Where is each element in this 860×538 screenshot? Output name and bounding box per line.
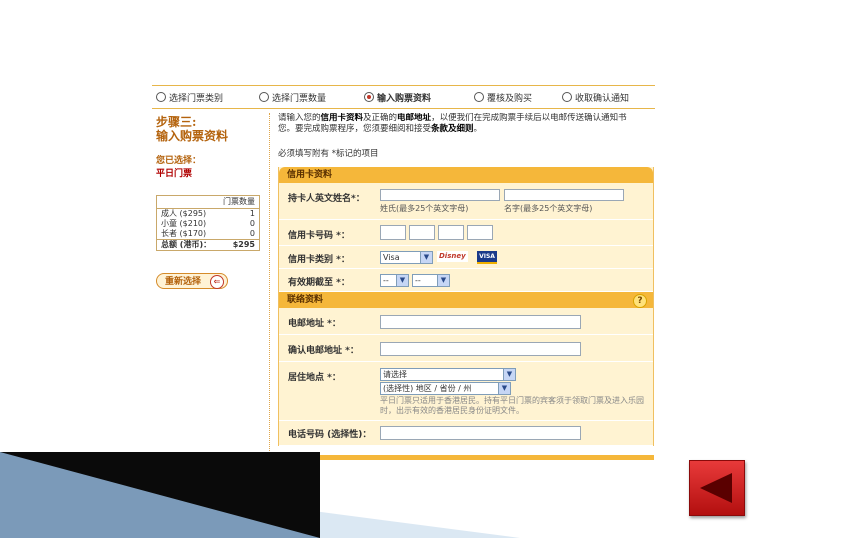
visa-card-logo: VISA (477, 251, 497, 264)
radio-icon (364, 92, 374, 102)
help-icon[interactable]: ? (633, 294, 647, 308)
step-title: 输入购票资料 (156, 129, 229, 143)
table-row: 长者 ($170) 0 (161, 229, 255, 238)
section-header: 联络资料 ? (279, 292, 653, 308)
chevron-down-icon: ▼ (437, 275, 449, 286)
decorative-wedge-blue (0, 452, 320, 538)
previous-slide-button[interactable] (689, 460, 745, 516)
table-row: 小童 ($210) 0 (161, 219, 255, 228)
selected-value: 平日门票 (156, 169, 193, 179)
chevron-down-icon: ▼ (420, 252, 432, 263)
table-header: 门票数量 (157, 196, 259, 209)
expiry-month-select[interactable]: -- ▼ (380, 274, 409, 287)
expiry-row: 有效期截至 *： -- ▼ -- ▼ (279, 269, 653, 292)
selected-label: 您已选择： (156, 156, 202, 166)
step-4[interactable]: 覆核及购买 (474, 91, 532, 104)
chevron-down-icon: ▼ (503, 369, 515, 380)
residence-row: 居住地点 *： 请选择 ▼ (选择性) 地区 / 省份 / 州 ▼ 平日门票只适用于… (279, 362, 653, 421)
confirm-email-row: 确认电邮地址 *： (279, 335, 653, 362)
residence-select[interactable]: 请选择 ▼ (380, 368, 516, 381)
phone-row: 电话号码 (选择性)： (279, 421, 653, 446)
given-name-input[interactable] (504, 189, 624, 201)
card-number-input-3[interactable] (438, 225, 464, 240)
section-header: 信用卡资料 (279, 167, 653, 183)
step-2[interactable]: 选择门票数量 (259, 91, 326, 104)
expiry-year-select[interactable]: -- ▼ (412, 274, 450, 287)
browser-screenshot: 选择门票类别 选择门票数量 输入购票资料 覆核及购买 收取确认通知 步骤三: 输… (152, 85, 655, 460)
progress-steps: 选择门票类别 选择门票数量 输入购票资料 覆核及购买 收取确认通知 (152, 85, 655, 109)
card-number-input-1[interactable] (380, 225, 406, 240)
contact-section: 联络资料 ? 电邮地址 *： 确认电邮地址 *： 居住地点 *： 请选择 ▼ (选… (278, 292, 654, 446)
ticket-summary-table: 门票数量 成人 ($295) 1 小童 ($210) 0 长者 ($170) 0 总额… (156, 195, 260, 251)
credit-card-section: 信用卡资料 持卡人英文姓名*： 姓氏(最多25个英文字母) 名字(最多25个英文… (278, 167, 654, 292)
chevron-down-icon: ▼ (498, 383, 510, 394)
total-row: 总额 (港币)： $295 (157, 239, 259, 250)
residence-note: 平日门票只适用于香港居民。持有平日门票的宾客须于领取门票及进入乐园时，出示有效的… (380, 396, 644, 415)
step-3[interactable]: 输入购票资料 (364, 91, 431, 104)
step-number: 步骤三: (156, 115, 197, 129)
email-row: 电邮地址 *： (279, 308, 653, 335)
radio-icon (156, 92, 166, 102)
radio-icon (474, 92, 484, 102)
step-1[interactable]: 选择门票类别 (156, 91, 223, 104)
card-number-input-2[interactable] (409, 225, 435, 240)
card-number-input-4[interactable] (467, 225, 493, 240)
holder-row: 持卡人英文姓名*： 姓氏(最多25个英文字母) 名字(最多25个英文字母) (279, 183, 653, 220)
confirm-email-input[interactable] (380, 342, 581, 356)
region-select[interactable]: (选择性) 地区 / 省份 / 州 ▼ (380, 382, 511, 395)
left-sidebar: 步骤三: 输入购票资料 您已选择： 平日门票 门票数量 成人 ($295) 1 小… (156, 115, 264, 289)
chevron-down-icon: ▼ (396, 275, 408, 286)
form-area: 请输入您的信用卡资料及正确的电邮地址，以便我们在完成购票手续后以电邮传送确认通知… (278, 113, 655, 446)
intro-text: 请输入您的信用卡资料及正确的电邮地址，以便我们在完成购票手续后以电邮传送确认通知… (278, 113, 627, 134)
radio-icon (562, 92, 572, 102)
table-row: 成人 ($295) 1 (161, 209, 255, 218)
triangle-left-icon (700, 473, 732, 503)
column-divider (269, 113, 270, 460)
phone-input[interactable] (380, 426, 581, 440)
required-note: 必须填写附有 *标记的项目 (278, 149, 379, 159)
card-type-row: 信用卡类别 *： Visa ▼ Disney VISA (279, 246, 653, 269)
section-footer-bar (280, 455, 654, 460)
back-arrow-icon: ⇐ (210, 275, 224, 289)
email-input[interactable] (380, 315, 581, 329)
terms-link[interactable]: 条款及细则 (431, 124, 474, 134)
step-5[interactable]: 收取确认通知 (562, 91, 629, 104)
surname-input[interactable] (380, 189, 500, 201)
card-type-select[interactable]: Visa ▼ (380, 251, 433, 264)
radio-icon (259, 92, 269, 102)
reset-button[interactable]: 重新选择 ⇐ (156, 273, 228, 289)
disney-card-logo: Disney (437, 251, 468, 262)
card-number-row: 信用卡号码 *： (279, 220, 653, 246)
